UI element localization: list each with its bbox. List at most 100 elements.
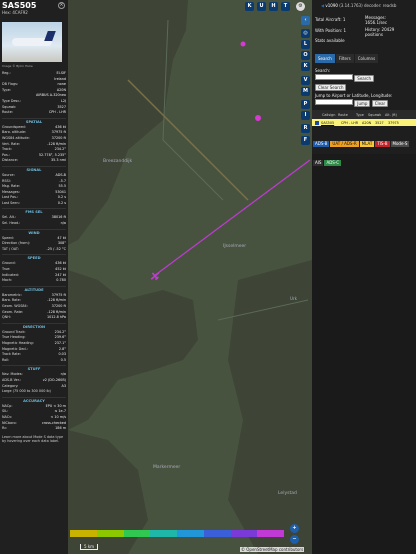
poi-marker[interactable] (255, 115, 261, 121)
section-title-accuracy: ACCURACY (2, 396, 66, 403)
row-route: CPH - LHR (341, 120, 359, 125)
zoom-out-button[interactable]: − (290, 535, 299, 544)
info-row: Rc: 186 m (2, 426, 66, 432)
chevron-left-icon[interactable]: ◀ (321, 3, 324, 8)
map-button-v[interactable]: V (301, 76, 310, 85)
afsluitdijk-road (127, 79, 249, 201)
clear-button[interactable]: Clear (371, 100, 389, 107)
jump-input[interactable] (315, 99, 353, 105)
zoom-in-button[interactable]: + (290, 524, 299, 533)
info-label: Reg.: (2, 71, 11, 75)
info-label: Large (75 000 to 300 000 lb) (2, 389, 51, 394)
map-view[interactable]: Breezanddijk IJsselmeer Markermeer Lelys… (68, 0, 312, 554)
search-input[interactable] (315, 74, 353, 80)
info-row: Mach: 0.780 (2, 278, 66, 284)
info-label: Distance: (2, 158, 18, 163)
row-alt: 37975 (388, 120, 399, 125)
info-label: Type: (2, 87, 11, 92)
info-value: CPH - LHR (48, 110, 66, 115)
section-title-signal: SIGNAL (2, 165, 66, 172)
place-label: IJsselmeer (223, 243, 246, 249)
map-button-u[interactable]: U (257, 2, 266, 11)
with-position: With Position: 1 (315, 28, 347, 33)
col-alt[interactable]: Alt. (ft) (385, 113, 405, 117)
info-label: TAT / OAT: (2, 246, 19, 251)
map-button-i[interactable]: I (301, 111, 310, 120)
source-legend: ADS-B UAT / ADS-R MLAT TIS-B Mode-S AIS ADS-C (313, 130, 415, 168)
map-canvas[interactable]: Breezanddijk IJsselmeer Markermeer Lelys… (68, 0, 312, 554)
info-row: Large (75 000 to 300 000 lb) (2, 389, 66, 395)
map-button-k[interactable]: K (245, 2, 254, 11)
flag-icon (315, 120, 319, 125)
row-squawk: 3527 (375, 120, 384, 125)
map-button-l[interactable]: L (301, 40, 310, 49)
settings-icon[interactable]: ⚙ (296, 2, 305, 11)
map-button-p[interactable]: P (301, 100, 310, 109)
source-badge-mlat: MLAT (359, 141, 375, 147)
map-button-k2[interactable]: K (301, 62, 310, 71)
tab-filters[interactable]: Filters (335, 54, 354, 63)
map-attribution[interactable]: © OpenStreetMap contributors (240, 547, 305, 552)
info-value: 0.5 (60, 357, 66, 362)
aircraft-callsign: SAS505 (2, 1, 37, 10)
stats-available[interactable]: Stats available (315, 38, 345, 43)
source-badge-tis-b: TIS-B (375, 141, 390, 147)
info-value: 0.780 (56, 278, 66, 283)
info-value: n/a (60, 221, 66, 226)
info-value: A3 (61, 383, 66, 388)
aircraft-details: Reg.: EI-SIF Ireland DB Flags: none Type: A… (2, 71, 66, 444)
aircraft-info-panel: SAS505 Hex: 4CAF92 × Image © Björn Huke … (0, 0, 68, 554)
info-row: Roll: 0.5 (2, 358, 66, 364)
info-row: Distance: 35.3 nmi (2, 158, 66, 164)
aircraft-hex: Hex: 4CAF92 (2, 10, 28, 15)
info-label: Sel. Head.: (2, 221, 21, 226)
close-icon[interactable]: × (58, 2, 65, 9)
source-badge-ais: AIS (313, 160, 324, 166)
map-button-o[interactable]: O (301, 51, 310, 60)
chevron-left-icon[interactable]: ‹ (301, 16, 310, 25)
map-button-r[interactable]: R (301, 124, 310, 133)
clear-search-button[interactable]: Clear Search (315, 84, 347, 91)
info-label: Roll: (2, 357, 10, 362)
history-count: History: 20429 positions (365, 27, 395, 37)
poi-marker[interactable] (240, 41, 246, 47)
app-title: ◀ v1090 (3.14.1763) decoder: readsb (312, 0, 416, 8)
map-button-h[interactable]: H (269, 2, 278, 11)
row-callsign[interactable]: SAS505 (321, 121, 341, 125)
search-button[interactable]: Search (354, 75, 375, 82)
messages-value: 1656.1/sec (365, 20, 388, 25)
map-button-m[interactable]: M (301, 87, 310, 96)
version-link[interactable]: v1090 (325, 3, 338, 8)
col-squawk[interactable]: Squawk (368, 113, 385, 117)
decoder-label[interactable]: decoder: readsb (364, 3, 396, 8)
place-label: Breezanddijk (103, 158, 133, 164)
map-button-t[interactable]: T (281, 2, 290, 11)
reset-map-icon[interactable]: ◎ (301, 29, 310, 38)
jump-button[interactable]: Jump (354, 100, 371, 107)
info-label: Route: (2, 110, 13, 115)
info-label: Rc: (2, 426, 8, 431)
table-row[interactable]: SAS505 CPH - LHR A20N 3527 37975 (312, 119, 416, 126)
section-title-fms-sel: FMS SEL (2, 208, 66, 214)
col-callsign[interactable]: Callsign (312, 113, 335, 117)
section-title-direction: DIRECTION (2, 322, 66, 329)
col-route[interactable]: Route (331, 113, 352, 117)
photo-credit: Image © Björn Huke (2, 64, 33, 68)
info-value: 0.2 s (57, 200, 66, 205)
tab-search[interactable]: Search (315, 54, 335, 63)
tab-columns[interactable]: Columns (354, 54, 379, 63)
info-row: Last Seen: 0.2 s (2, 201, 66, 207)
info-label: Mach: (2, 278, 13, 283)
source-badge-ads-b: ADS-B (313, 141, 330, 147)
info-row-route: Route: CPH - LHR (2, 110, 66, 116)
jump-label: Jump to Airport or Latitude, Longitude: (315, 93, 393, 98)
aircraft-table-header: Callsign Route Type Squawk Alt. (ft) (312, 110, 416, 119)
map-button-f[interactable]: F (301, 136, 310, 145)
aircraft-photo[interactable] (2, 22, 62, 62)
section-title-altitude: ALTITUDE (2, 285, 66, 292)
source-badge-ads-c: ADS-C (324, 160, 342, 166)
section-title-speed: SPEED (2, 254, 66, 260)
row-type: A20N (362, 120, 372, 125)
col-type[interactable]: Type (352, 113, 368, 117)
info-row: TAT / OAT: -25 / -52 °C (2, 247, 66, 253)
